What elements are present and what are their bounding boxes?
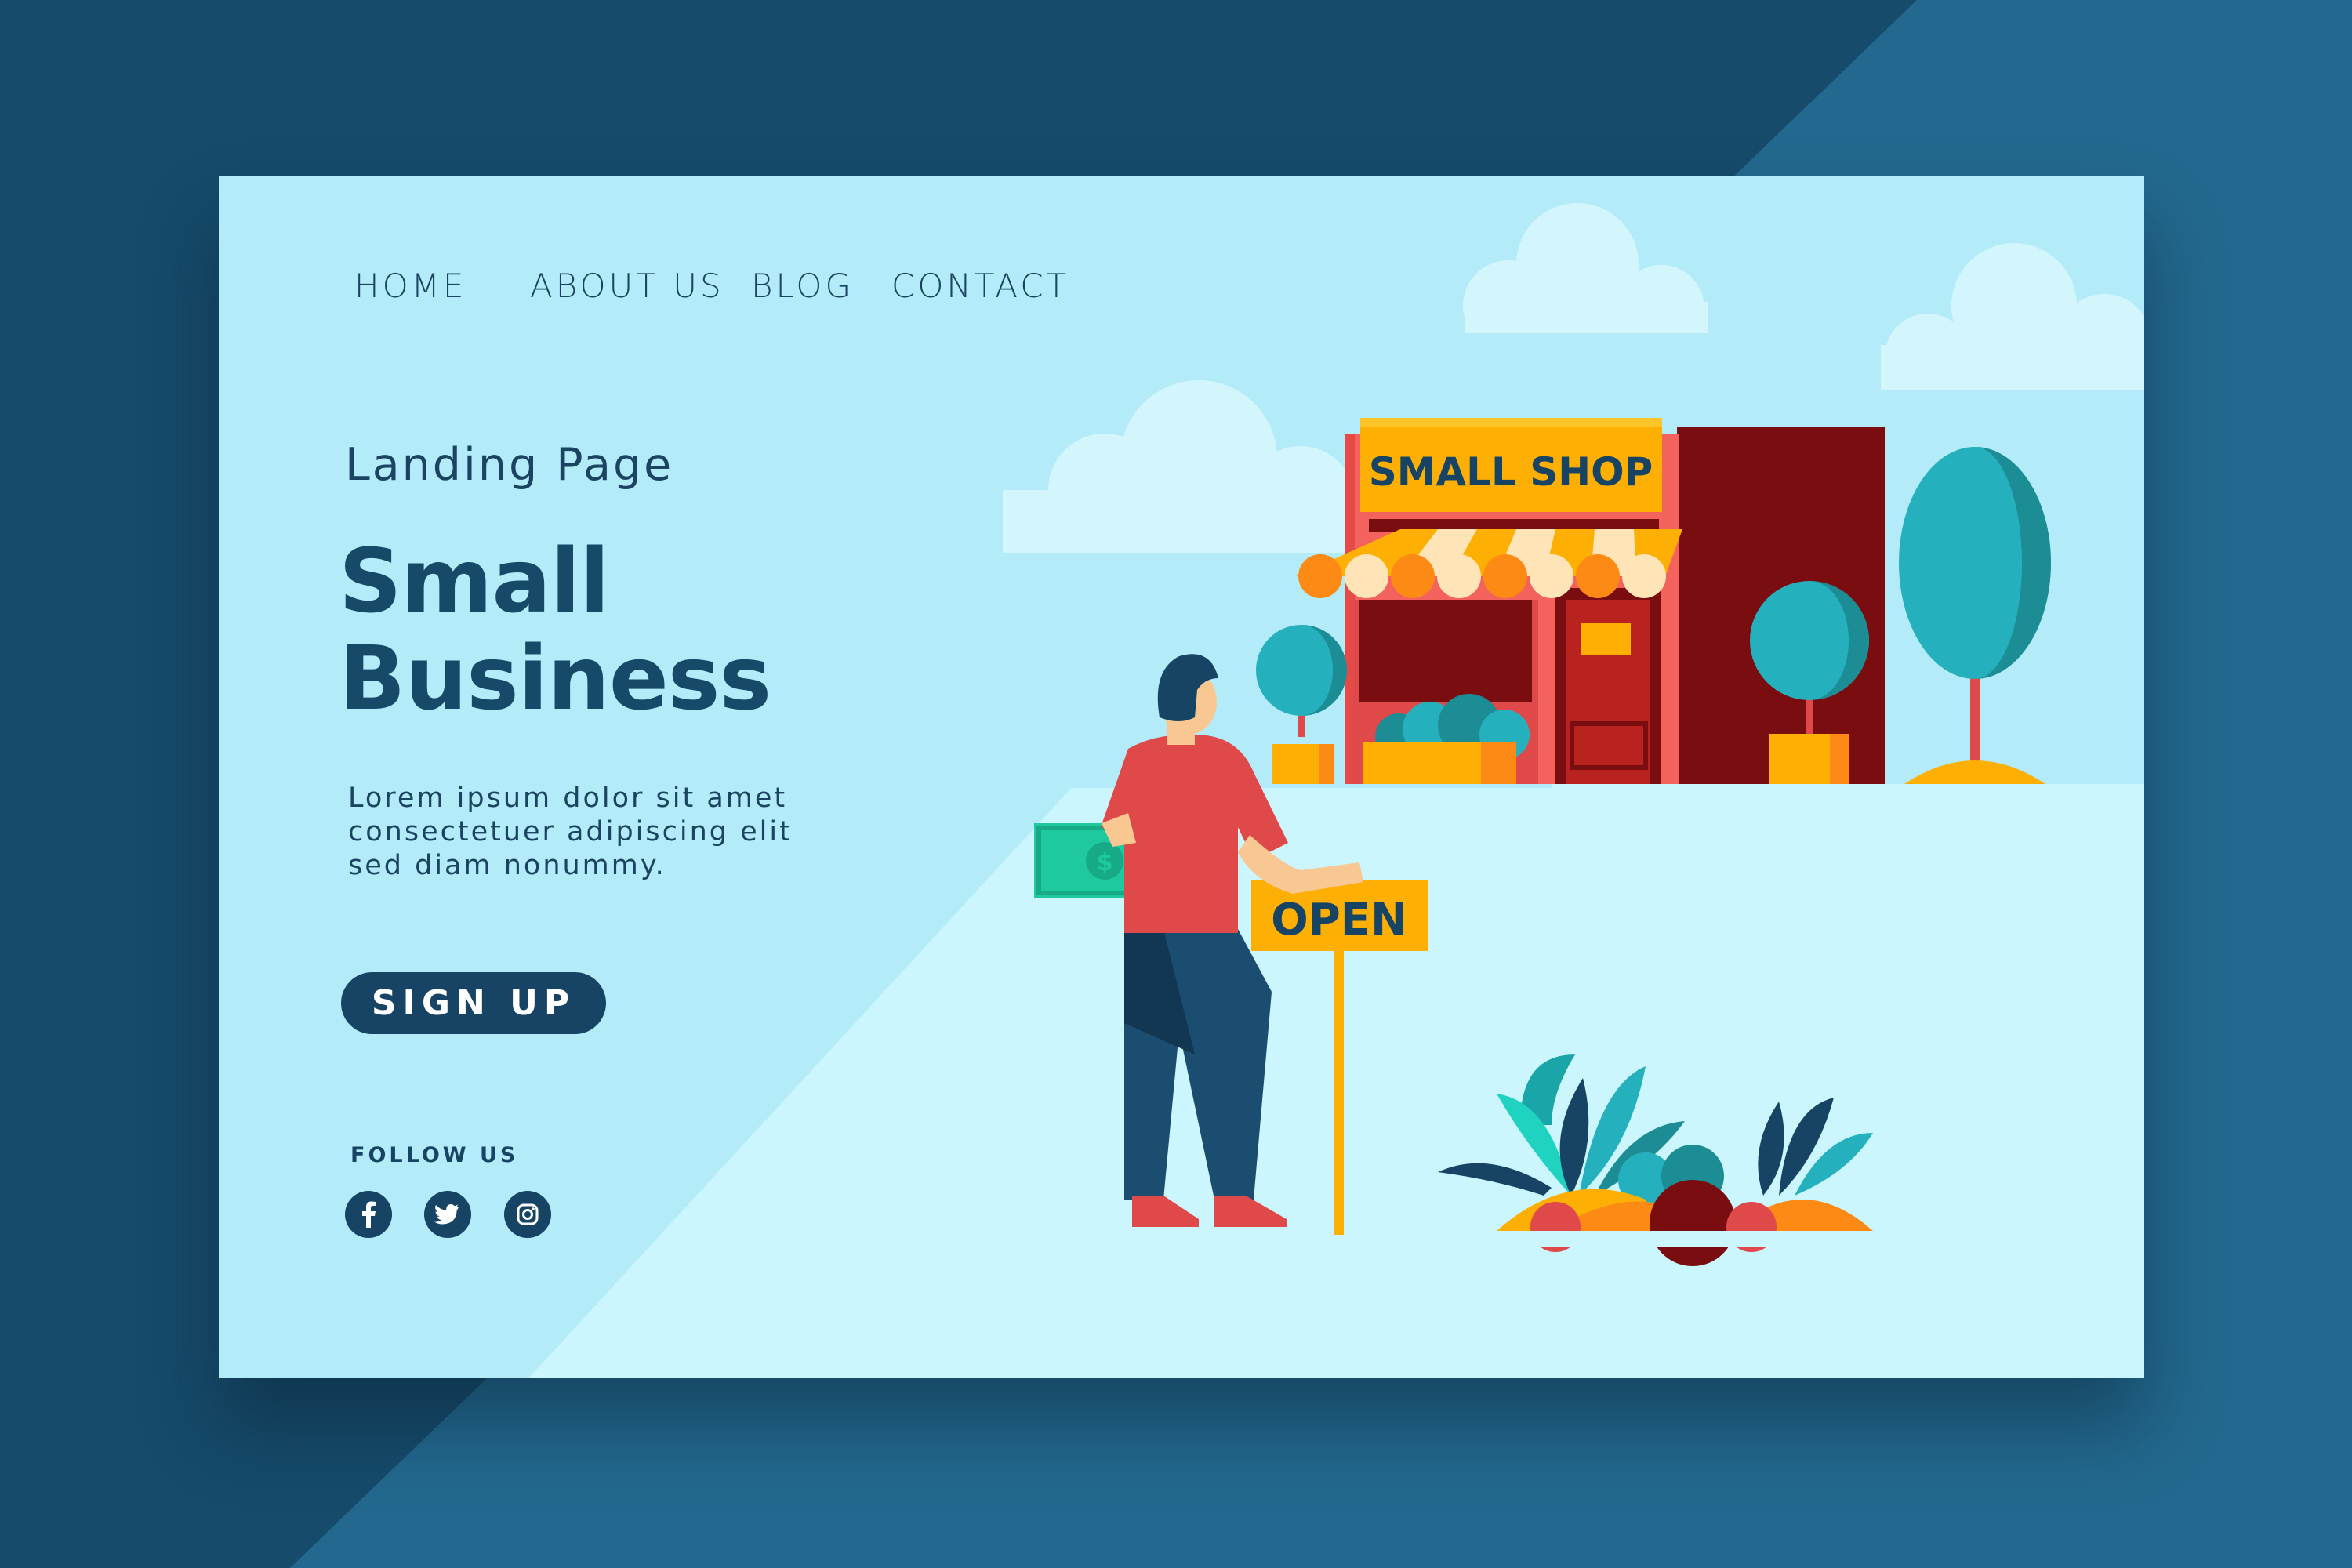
cloud-top-right: [1881, 243, 2144, 400]
follow-us-label: FOLLOW US: [350, 1143, 519, 1167]
nav-about-us[interactable]: ABOUT US: [530, 267, 724, 305]
tall-tree: [1899, 447, 2051, 784]
nav-home[interactable]: HOME: [354, 267, 466, 305]
page-title-line-2: Business: [339, 628, 771, 730]
description-line-1: Lorem ipsum dolor sit amet: [348, 782, 788, 814]
sign-up-button[interactable]: SIGN UP: [341, 972, 606, 1034]
page-title: Small Business: [339, 533, 771, 728]
facebook-icon[interactable]: [345, 1191, 392, 1238]
nav-contact[interactable]: CONTACT: [891, 267, 1069, 305]
description-line-3: sed diam nonummy.: [348, 850, 666, 881]
nav-blog[interactable]: BLOG: [751, 267, 854, 305]
shop-window: [1359, 600, 1532, 702]
hero-description: Lorem ipsum dolor sit amet consectetuer …: [348, 782, 793, 883]
instagram-icon[interactable]: [504, 1191, 551, 1238]
page-canvas: SMALL SHOP OPEN $ HOME ABOUT US BLOG CON…: [0, 0, 2352, 1568]
shop-sign-text: SMALL SHOP: [1369, 449, 1653, 495]
svg-text:$: $: [1097, 849, 1113, 877]
cloud-left: [1003, 380, 1356, 553]
twitter-icon[interactable]: [424, 1191, 471, 1238]
page-subtitle: Landing Page: [345, 439, 674, 491]
landing-card: SMALL SHOP OPEN $ HOME ABOUT US BLOG CON…: [219, 176, 2144, 1378]
page-title-line-1: Small: [339, 531, 610, 633]
description-line-2: consectetuer adipiscing elit: [348, 816, 793, 848]
open-sign-text: OPEN: [1271, 895, 1407, 946]
